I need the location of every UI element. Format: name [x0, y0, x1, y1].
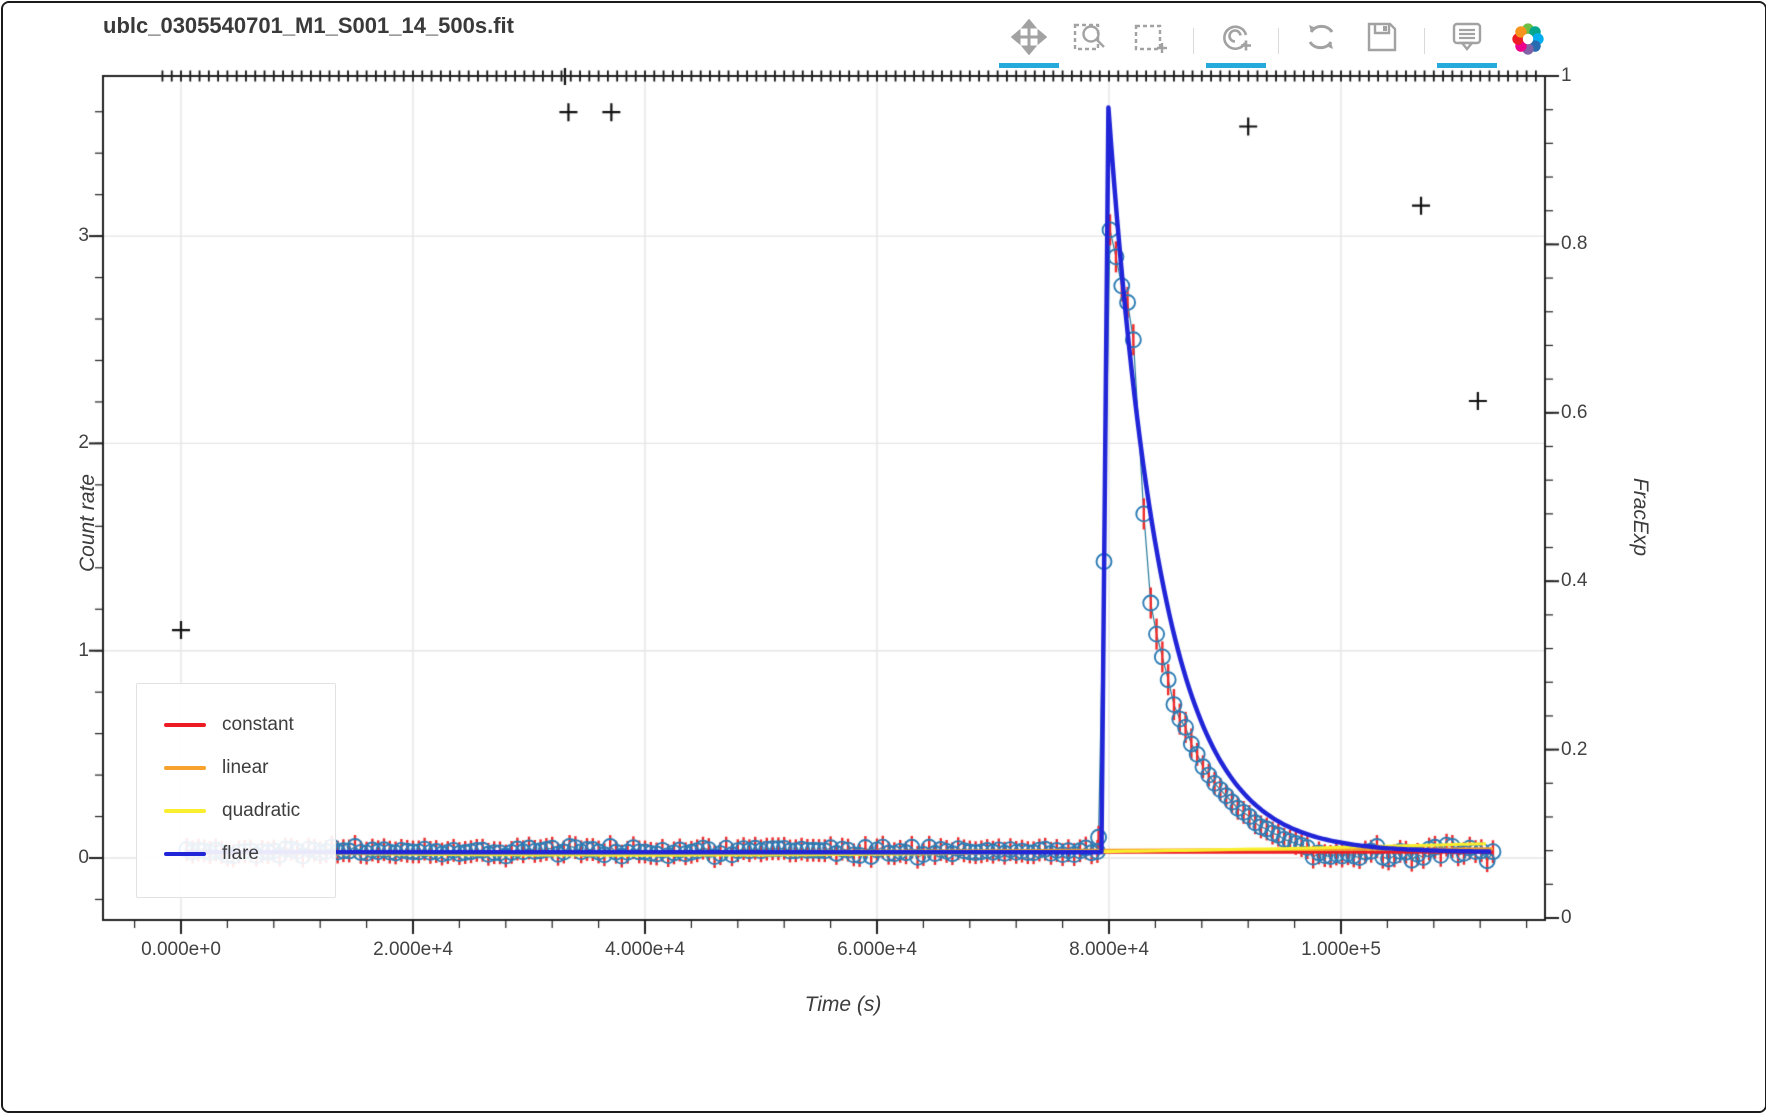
x-tick-label: 4.000e+4 [605, 939, 685, 961]
plot-title: ublc_0305540701_M1_S001_14_500s.fit [103, 13, 514, 39]
box-select-tool-button[interactable] [1132, 19, 1170, 59]
legend-label: linear [222, 757, 268, 779]
legend-swatch-linear [164, 766, 206, 770]
y-right-tick-label: 0.8 [1561, 233, 1587, 255]
x-axis-label: Time (s) [703, 993, 983, 1017]
y-right-tick-label: 1 [1561, 65, 1572, 87]
y-left-tick-label: 2 [78, 432, 89, 454]
reset-tool-button[interactable] [1302, 19, 1340, 59]
x-tick-label: 1.000e+5 [1301, 939, 1381, 961]
box-zoom-tool-button[interactable] [1071, 19, 1109, 59]
legend-label: constant [222, 714, 294, 736]
bokeh-logo[interactable] [1509, 19, 1547, 59]
y-left-tick-label: 3 [78, 225, 89, 247]
wheel-zoom-tool-button[interactable] [1217, 19, 1255, 59]
y-right-tick-label: 0.2 [1561, 739, 1587, 761]
legend-item-flare[interactable]: flare [164, 832, 335, 875]
legend-item-linear[interactable]: linear [164, 746, 335, 789]
toolbar-separator [1193, 28, 1194, 54]
active-tool-underline [999, 63, 1059, 68]
hover-tool-button[interactable] [1448, 19, 1486, 59]
legend-swatch-quadratic [164, 809, 206, 813]
legend: constant linear quadratic flare [136, 683, 336, 898]
legend-item-quadratic[interactable]: quadratic [164, 789, 335, 832]
y-axis-label-right: FracExp [1628, 478, 1652, 556]
y-left-tick-label: 0 [78, 847, 89, 869]
legend-swatch-flare [164, 852, 206, 856]
y-right-tick-label: 0.6 [1561, 402, 1587, 424]
x-tick-label: 0.000e+0 [141, 939, 221, 961]
legend-swatch-constant [164, 723, 206, 727]
x-tick-label: 8.000e+4 [1069, 939, 1149, 961]
y-axis-label-left: Count rate [76, 474, 100, 572]
active-tool-underline [1206, 63, 1266, 68]
legend-label: flare [222, 843, 259, 865]
save-tool-button[interactable] [1363, 19, 1401, 59]
legend-item-constant[interactable]: constant [164, 703, 335, 746]
pan-tool-button[interactable] [1010, 19, 1048, 59]
x-tick-label: 6.000e+4 [837, 939, 917, 961]
bokeh-toolbar [1010, 17, 1547, 61]
x-tick-label: 2.000e+4 [373, 939, 453, 961]
bokeh-figure-window: ublc_0305540701_M1_S001_14_500s.fit Coun… [1, 1, 1766, 1113]
toolbar-separator [1278, 28, 1279, 54]
active-tool-underline [1437, 63, 1497, 68]
y-right-tick-label: 0.4 [1561, 570, 1587, 592]
legend-label: quadratic [222, 800, 300, 822]
y-left-tick-label: 1 [78, 640, 89, 662]
toolbar-separator [1424, 28, 1425, 54]
y-right-tick-label: 0 [1561, 907, 1572, 929]
